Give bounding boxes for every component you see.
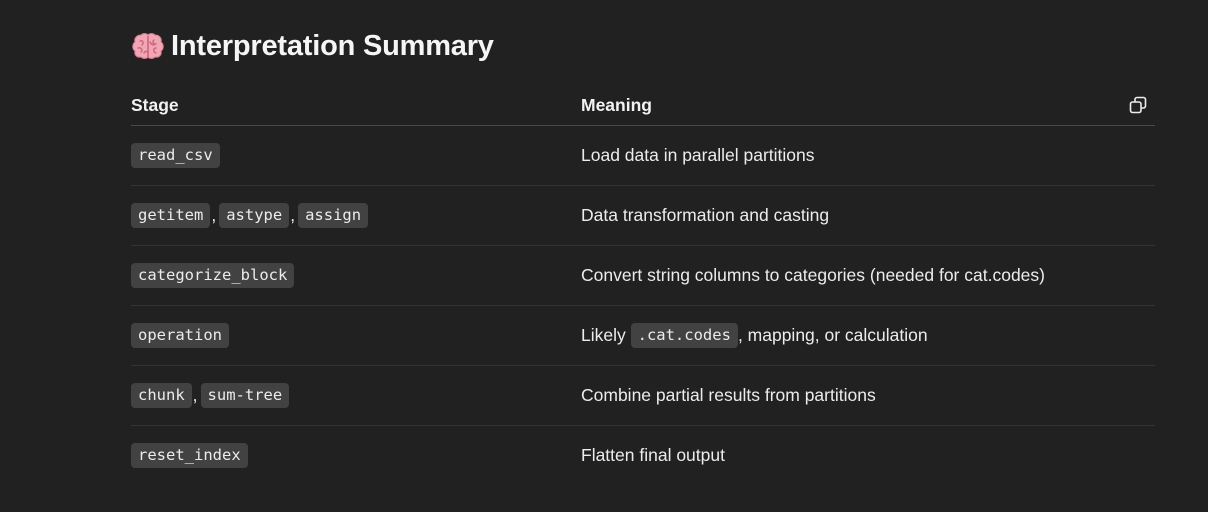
meaning-text: Load data in parallel partitions	[581, 145, 815, 165]
message-content: Interpretation Summary Stage Meaning rea…	[131, 26, 1155, 485]
brain-emoji-icon	[131, 29, 165, 63]
table-header: Stage Meaning	[131, 86, 1155, 126]
table-row: reset_index Flatten final output	[131, 426, 1155, 485]
meaning-cell: Combine partial results from partitions	[581, 385, 1155, 406]
table-row: getitem, astype, assign Data transformation…	[131, 186, 1155, 246]
column-header-meaning: Meaning	[581, 95, 652, 115]
meaning-text: Combine partial results from partitions	[581, 385, 876, 405]
copy-table-button[interactable]	[1127, 94, 1149, 116]
table-row: read_csv Load data in parallel partitions	[131, 126, 1155, 186]
meaning-text: Likely	[581, 325, 631, 345]
stage-code: astype	[219, 203, 290, 228]
table-row: operation Likely .cat.codes, mapping, or …	[131, 306, 1155, 366]
meaning-text: Data transformation and casting	[581, 205, 830, 225]
stage-code: categorize_block	[131, 263, 295, 288]
stage-cell: read_csv	[131, 143, 581, 168]
comma-separator: ,	[192, 385, 198, 405]
inline-code: .cat.codes	[630, 323, 738, 348]
meaning-cell: Load data in parallel partitions	[581, 145, 1155, 166]
table-row: chunk, sum-tree Combine partial results fr…	[131, 366, 1155, 426]
stage-cell: categorize_block	[131, 263, 581, 288]
comma-separator: ,	[290, 205, 296, 225]
summary-table: Stage Meaning read_csv Load data in paral…	[131, 86, 1155, 485]
table-body: read_csv Load data in parallel partitions…	[131, 126, 1155, 485]
meaning-cell: Likely .cat.codes, mapping, or calculati…	[581, 323, 1155, 348]
meaning-text: , mapping, or calculation	[737, 325, 928, 345]
stage-cell: chunk, sum-tree	[131, 383, 581, 408]
meaning-text: Flatten final output	[581, 445, 725, 465]
stage-cell: getitem, astype, assign	[131, 203, 581, 228]
meaning-text: Convert string columns to categories (ne…	[581, 265, 1045, 285]
stage-code: operation	[131, 323, 229, 348]
stage-cell: reset_index	[131, 443, 581, 468]
table-row: categorize_block Convert string columns t…	[131, 246, 1155, 306]
stage-code: assign	[298, 203, 369, 228]
section-heading: Interpretation Summary	[131, 26, 1155, 66]
stage-cell: operation	[131, 323, 581, 348]
stage-code: read_csv	[131, 143, 220, 168]
stage-code: reset_index	[131, 443, 248, 468]
meaning-cell: Data transformation and casting	[581, 205, 1155, 226]
section-title: Interpretation Summary	[171, 29, 494, 62]
stage-code: chunk	[131, 383, 192, 408]
comma-separator: ,	[211, 205, 217, 225]
meaning-cell: Flatten final output	[581, 445, 1155, 466]
copy-icon	[1129, 96, 1147, 114]
stage-code: getitem	[131, 203, 211, 228]
meaning-cell: Convert string columns to categories (ne…	[581, 265, 1155, 286]
stage-code: sum-tree	[200, 383, 290, 408]
column-header-stage: Stage	[131, 95, 179, 115]
